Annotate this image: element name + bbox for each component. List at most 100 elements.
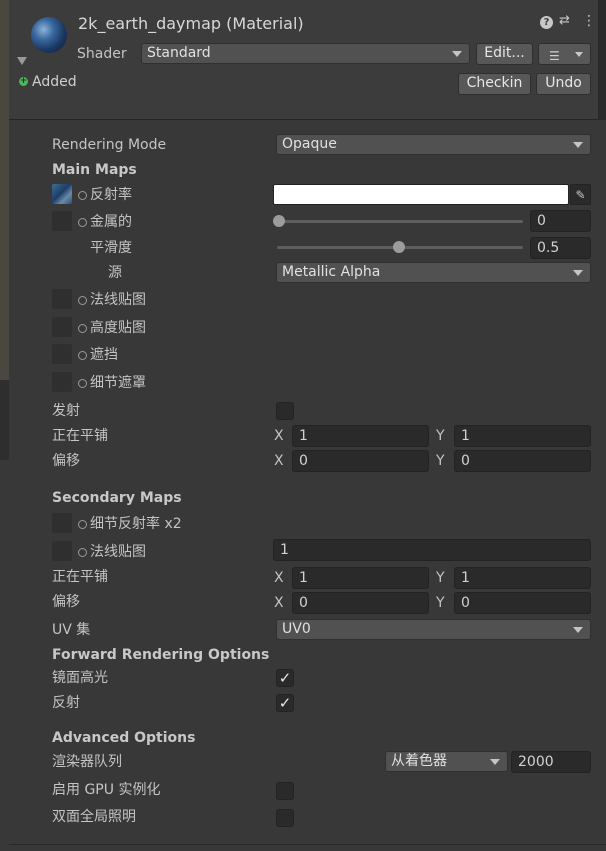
eyedropper-icon[interactable]: ✎ <box>570 184 591 205</box>
secondary-tiling-x-letter: X <box>274 570 284 586</box>
normal-map-label: 法线贴图 <box>78 291 146 309</box>
secondary-offset-label: 偏移 <box>52 594 80 610</box>
render-queue-value-field[interactable]: 2000 <box>511 751 591 773</box>
emission-label: 发射 <box>52 403 80 419</box>
secondary-offset-x-field[interactable]: 0 <box>292 592 429 614</box>
secondary-normal-scale-field[interactable]: 1 <box>273 539 591 561</box>
render-queue-mode: 从着色器 <box>391 753 447 769</box>
smoothness-value-field[interactable]: 0.5 <box>530 237 591 259</box>
main-tiling-y-field[interactable]: 1 <box>454 425 591 447</box>
help-icon[interactable]: ? <box>540 16 553 29</box>
advanced-options-heading: Advanced Options <box>52 730 196 746</box>
secondary-tiling-x-field[interactable]: 1 <box>292 567 429 589</box>
secondary-normal-label: 法线贴图 <box>78 543 146 561</box>
rendering-mode-dropdown[interactable]: Opaque <box>276 134 591 155</box>
chevron-down-icon <box>575 52 583 57</box>
source-value: Metallic Alpha <box>282 264 381 280</box>
secondary-tiling-y-letter: Y <box>436 570 445 586</box>
shader-dropdown[interactable]: Standard <box>141 43 470 64</box>
specular-highlights-label: 镜面高光 <box>52 670 108 686</box>
forward-options-heading: Forward Rendering Options <box>52 647 270 663</box>
albedo-label: 反射率 <box>78 186 132 204</box>
shader-options-button[interactable]: ☰ <box>538 43 591 65</box>
double-sided-gi-checkbox[interactable] <box>276 809 294 827</box>
main-offset-label: 偏移 <box>52 453 80 469</box>
main-tiling-label: 正在平铺 <box>52 428 108 444</box>
material-preview-sphere <box>31 17 67 53</box>
render-queue-label: 渲染器队列 <box>52 754 122 770</box>
source-label: 源 <box>108 265 122 281</box>
height-map-texture-slot[interactable] <box>52 317 72 337</box>
occlusion-label: 遮挡 <box>78 346 118 364</box>
secondary-offset-y-letter: Y <box>436 595 445 611</box>
chevron-down-icon <box>452 51 462 57</box>
checkin-button[interactable]: Checkin <box>458 73 531 95</box>
object-picker-icon <box>78 217 87 227</box>
height-map-label: 高度贴图 <box>78 319 146 337</box>
metallic-slider-knob[interactable] <box>273 215 285 227</box>
more-menu-icon[interactable]: ⋮ <box>582 13 596 29</box>
edit-shader-button[interactable]: Edit... <box>476 43 533 65</box>
uv-set-value: UV0 <box>282 621 311 637</box>
added-status-label: Added <box>32 74 77 90</box>
metallic-value-field[interactable]: 0 <box>530 210 591 232</box>
specular-highlights-checkbox[interactable]: ✓ <box>276 669 294 687</box>
gpu-instancing-checkbox[interactable] <box>276 782 294 800</box>
main-offset-x-field[interactable]: 0 <box>292 450 429 472</box>
object-picker-icon <box>78 323 87 333</box>
undo-button[interactable]: Undo <box>536 73 591 95</box>
secondary-offset-x-letter: X <box>274 595 284 611</box>
main-tiling-x-field[interactable]: 1 <box>292 425 429 447</box>
rendering-mode-value: Opaque <box>282 136 337 152</box>
rendering-mode-label: Rendering Mode <box>52 137 167 153</box>
scene-view-edge <box>0 0 9 380</box>
secondary-tiling-y-field[interactable]: 1 <box>454 567 591 589</box>
metallic-label: 金属的 <box>78 213 132 231</box>
normal-map-texture-slot[interactable] <box>52 289 72 309</box>
object-picker-icon <box>78 378 87 388</box>
chevron-down-icon <box>490 759 500 765</box>
uv-set-label: UV 集 <box>52 622 91 638</box>
main-offset-y-letter: Y <box>436 453 445 469</box>
chevron-down-icon <box>573 270 583 276</box>
secondary-tiling-label: 正在平铺 <box>52 569 108 585</box>
smoothness-label: 平滑度 <box>90 240 132 256</box>
scene-view-edge-lower <box>0 380 9 460</box>
main-offset-y-field[interactable]: 0 <box>454 450 591 472</box>
scrollbar-track[interactable] <box>598 0 606 120</box>
detail-albedo-texture-slot[interactable] <box>52 513 72 533</box>
detail-mask-texture-slot[interactable] <box>52 372 72 392</box>
source-dropdown[interactable]: Metallic Alpha <box>276 262 591 283</box>
object-picker-icon <box>78 519 87 529</box>
list-icon: ☰ <box>549 49 560 63</box>
double-sided-gi-label: 双面全局照明 <box>52 809 136 825</box>
secondary-offset-y-field[interactable]: 0 <box>454 592 591 614</box>
secondary-normal-texture-slot[interactable] <box>52 541 72 561</box>
reflections-label: 反射 <box>52 695 80 711</box>
emission-checkbox[interactable] <box>276 402 294 420</box>
reflections-checkbox[interactable]: ✓ <box>276 694 294 712</box>
preset-icon[interactable]: ⇄ <box>559 14 573 28</box>
smoothness-slider-knob[interactable] <box>393 241 405 253</box>
shader-label: Shader <box>77 46 127 62</box>
albedo-color-field[interactable] <box>273 184 569 205</box>
uv-set-dropdown[interactable]: UV0 <box>276 619 591 640</box>
object-picker-icon <box>78 295 87 305</box>
main-tiling-y-letter: Y <box>436 428 445 444</box>
main-tiling-x-letter: X <box>274 428 284 444</box>
albedo-texture-slot[interactable] <box>52 184 72 204</box>
chevron-down-icon <box>573 627 583 633</box>
object-picker-icon <box>78 350 87 360</box>
foldout-arrow-icon[interactable] <box>17 57 27 65</box>
main-offset-x-letter: X <box>274 453 284 469</box>
gpu-instancing-label: 启用 GPU 实例化 <box>52 782 161 798</box>
material-title: 2k_earth_daymap (Material) <box>78 14 304 33</box>
detail-mask-label: 细节遮罩 <box>78 374 146 392</box>
occlusion-texture-slot[interactable] <box>52 344 72 364</box>
metallic-texture-slot[interactable] <box>52 211 72 231</box>
metallic-slider-track[interactable] <box>277 220 523 223</box>
main-maps-heading: Main Maps <box>52 162 137 178</box>
object-picker-icon <box>78 547 87 557</box>
render-queue-dropdown[interactable]: 从着色器 <box>385 751 508 772</box>
secondary-maps-heading: Secondary Maps <box>52 490 182 506</box>
